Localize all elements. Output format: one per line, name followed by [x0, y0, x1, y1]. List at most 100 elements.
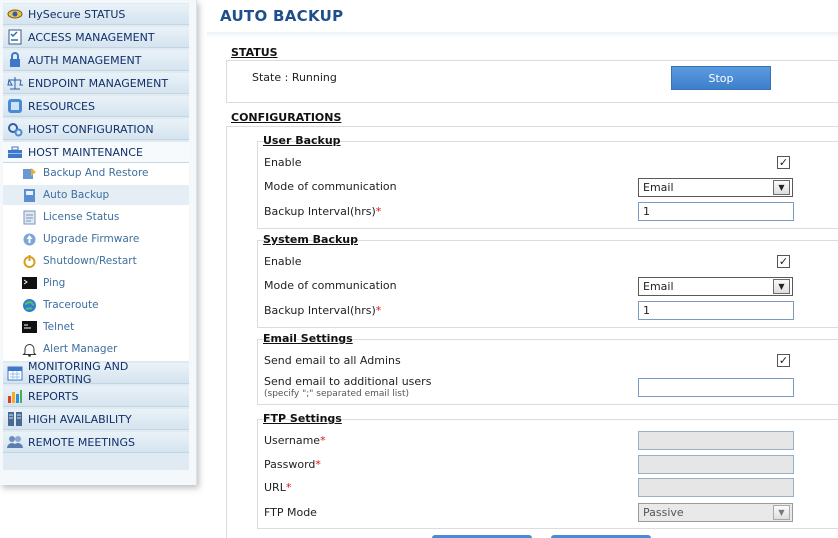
sidebar-item-label: HOST MAINTENANCE [28, 145, 143, 159]
meeting-icon [7, 434, 23, 450]
submenu-item-ping[interactable]: Ping [22, 273, 65, 293]
chevron-down-icon[interactable]: ▼ [773, 505, 790, 520]
sidebar-item-remote-meetings[interactable]: REMOTE MEETINGS [3, 432, 189, 453]
upgrade-icon [22, 232, 37, 247]
sidebar-item-label: AUTH MANAGEMENT [28, 53, 142, 67]
required-mark: * [375, 205, 382, 218]
system-backup-mode-label: Mode of communication [264, 279, 397, 292]
user-backup-enable-label: Enable [264, 156, 302, 169]
ftp-username-input[interactable] [638, 431, 794, 450]
submenu-item-license-status[interactable]: License Status [22, 207, 119, 227]
sidebar-item-label: MONITORING AND REPORTING [28, 360, 129, 386]
submenu-item-label: License Status [43, 211, 120, 223]
calendar-icon [7, 365, 23, 381]
user-backup-enable-checkbox[interactable]: ✓ [777, 156, 790, 169]
system-backup-interval-input[interactable]: 1 [638, 301, 794, 320]
sidebar-item-label: REPORTS [28, 389, 79, 403]
submenu-item-label: Traceroute [43, 299, 99, 311]
user-backup-mode-select[interactable]: Email ▼ [638, 178, 793, 197]
system-backup-enable-checkbox[interactable]: ✓ [777, 255, 790, 268]
send-all-admins-label: Send email to all Admins [264, 354, 401, 367]
chevron-down-icon[interactable]: ▼ [773, 279, 790, 294]
additional-users-input[interactable] [638, 378, 794, 397]
license-icon [22, 210, 37, 225]
sidebar-item-auth-management[interactable]: AUTH MANAGEMENT [3, 50, 189, 71]
additional-users-label: Send email to additional users [264, 375, 432, 388]
terminal-icon [22, 276, 37, 291]
system-backup-mode-select[interactable]: Email ▼ [638, 277, 793, 296]
ftp-settings-heading: FTP Settings [263, 412, 342, 425]
status-heading: STATUS [231, 46, 278, 59]
sidebar-item-reports[interactable]: REPORTS [3, 386, 189, 407]
system-backup-heading: System Backup [263, 233, 358, 246]
submenu-item-traceroute[interactable]: Traceroute [22, 295, 99, 315]
additional-users-hint: (specify ";" separated email list) [264, 389, 409, 399]
required-mark: * [285, 481, 292, 494]
ftp-mode-value: Passive [643, 506, 684, 519]
stop-button[interactable]: Stop [671, 66, 771, 90]
email-settings-heading: Email Settings [263, 332, 353, 345]
required-mark: * [320, 434, 326, 447]
eye-icon [7, 6, 23, 22]
configurations-heading: CONFIGURATIONS [231, 111, 342, 124]
resources-icon [7, 98, 23, 114]
title-divider [207, 32, 838, 38]
system-backup-mode-value: Email [643, 280, 674, 293]
submenu-item-telnet[interactable]: Telnet [22, 317, 74, 337]
sidebar: HySecure STATUS ACCESS MANAGEMENT AUTH M… [0, 0, 197, 485]
sidebar-item-label: ACCESS MANAGEMENT [28, 30, 155, 44]
chevron-down-icon[interactable]: ▼ [773, 180, 790, 195]
sidebar-item-host-configuration[interactable]: HOST CONFIGURATION [3, 119, 189, 140]
user-backup-interval-label: Backup Interval(hrs)* [264, 205, 382, 218]
submenu-item-label: Shutdown/Restart [43, 255, 137, 267]
bar-chart-icon [7, 388, 23, 404]
ftp-mode-select[interactable]: Passive ▼ [638, 503, 793, 522]
user-backup-interval-input[interactable]: 1 [638, 202, 794, 221]
user-backup-mode-label: Mode of communication [264, 180, 397, 193]
ftp-url-input[interactable] [638, 478, 794, 497]
page-title: AUTO BACKUP [220, 7, 344, 25]
submenu-item-upgrade-firmware[interactable]: Upgrade Firmware [22, 229, 139, 249]
status-state-text: State : Running [252, 71, 337, 84]
gears-icon [7, 121, 23, 137]
sidebar-item-label: HySecure STATUS [28, 7, 126, 21]
sidebar-item-label: HOST CONFIGURATION [28, 122, 154, 136]
sidebar-item-hysecure-status[interactable]: HySecure STATUS [3, 4, 189, 25]
user-backup-mode-value: Email [643, 181, 674, 194]
user-backup-heading: User Backup [263, 134, 341, 147]
ftp-url-label: URL* [264, 481, 292, 494]
submenu-item-shutdown-restart[interactable]: Shutdown/Restart [22, 251, 137, 271]
balance-icon [7, 75, 24, 91]
ftp-password-input[interactable] [638, 455, 794, 474]
checklist-icon [7, 29, 23, 45]
submenu-item-alert-manager[interactable]: Alert Manager [22, 339, 117, 359]
sidebar-item-resources[interactable]: RESOURCES [3, 96, 189, 117]
sidebar-item-label: HIGH AVAILABILITY [28, 412, 132, 426]
submenu-item-label: Telnet [43, 321, 75, 333]
system-backup-interval-label: Backup Interval(hrs)* [264, 304, 382, 317]
required-mark: * [375, 304, 382, 317]
lock-icon [7, 52, 23, 68]
submenu-item-backup-and-restore[interactable]: Backup And Restore [22, 163, 149, 183]
system-backup-enable-label: Enable [264, 255, 302, 268]
globe-icon [22, 298, 37, 313]
sidebar-item-label: REMOTE MEETINGS [28, 435, 135, 449]
servers-icon [7, 411, 23, 427]
ftp-mode-label: FTP Mode [264, 506, 317, 519]
sidebar-item-label: ENDPOINT MANAGEMENT [28, 76, 169, 90]
backup-restore-icon [22, 166, 37, 181]
shutdown-icon [22, 254, 37, 269]
sidebar-item-label: RESOURCES [28, 99, 95, 113]
send-all-admins-checkbox[interactable]: ✓ [777, 354, 790, 367]
auto-backup-icon [22, 188, 37, 203]
submenu-item-label: Backup And Restore [43, 167, 149, 179]
ftp-password-label: Password* [264, 458, 321, 471]
sidebar-item-monitoring-and-reporting[interactable]: MONITORING AND REPORTING [3, 360, 189, 386]
sidebar-item-access-management[interactable]: ACCESS MANAGEMENT [3, 27, 189, 48]
submenu-item-label: Alert Manager [43, 343, 118, 355]
submenu-item-auto-backup[interactable]: Auto Backup [3, 185, 189, 205]
sidebar-item-high-availability[interactable]: HIGH AVAILABILITY [3, 409, 189, 430]
submenu-item-label: Ping [43, 277, 66, 289]
sidebar-item-host-maintenance[interactable]: HOST MAINTENANCE [3, 142, 189, 163]
sidebar-item-endpoint-management[interactable]: ENDPOINT MANAGEMENT [3, 73, 189, 94]
